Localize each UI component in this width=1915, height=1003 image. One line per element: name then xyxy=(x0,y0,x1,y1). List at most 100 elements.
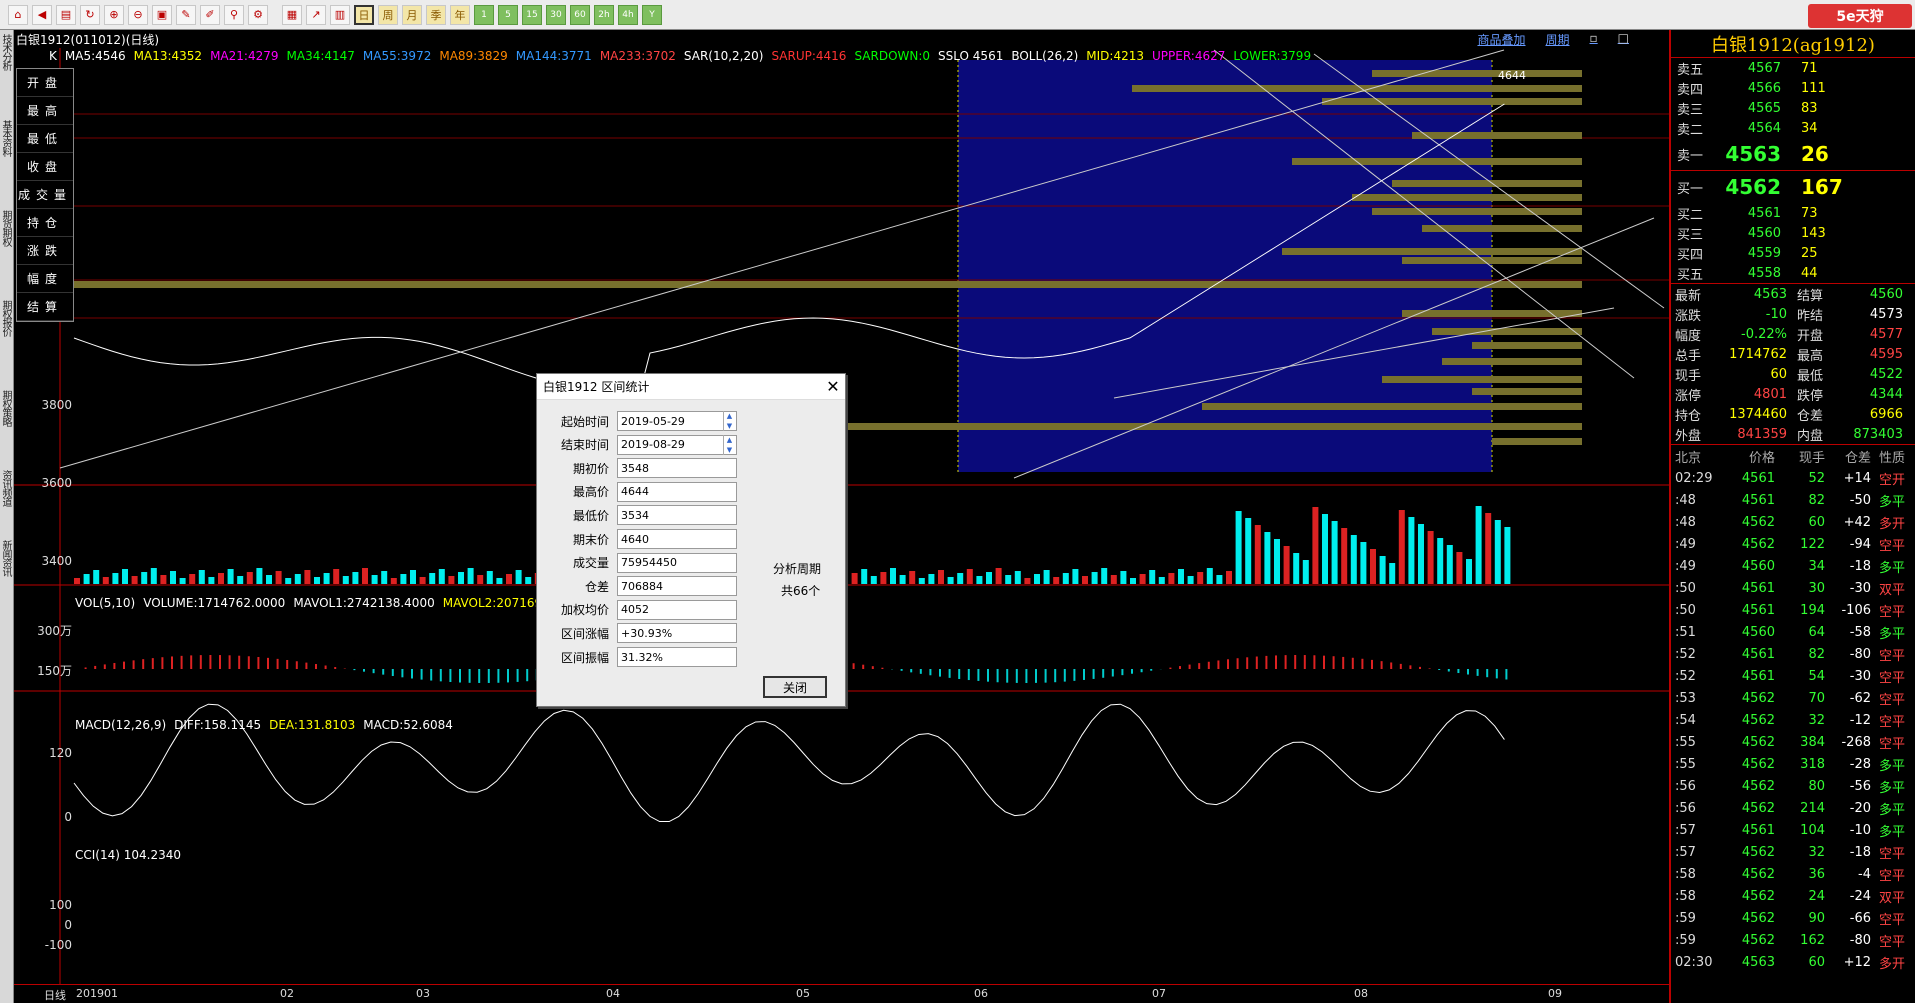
tick-tm: :50 xyxy=(1675,602,1696,618)
ohlc-label-3: 收盘 xyxy=(17,153,73,181)
volume-bar xyxy=(995,568,1002,584)
volume-bar xyxy=(1427,531,1434,584)
grid-icon[interactable]: ▦ xyxy=(282,4,302,25)
left-tab-tech[interactable]: 技术分析 xyxy=(0,34,13,70)
left-tab-option-strategy[interactable]: 期权策略 xyxy=(0,390,13,426)
trend-icon[interactable]: ↗ xyxy=(306,4,326,25)
period-60min-button[interactable]: 60 xyxy=(570,4,590,25)
volume-bar xyxy=(928,574,935,584)
volume-bar xyxy=(256,568,263,584)
dialog-row: 最低价 3534 xyxy=(537,504,847,526)
asks-row[interactable]: 卖二 4564 34 xyxy=(1671,118,1915,138)
ma-indicator-14: UPPER:4627 xyxy=(1151,49,1226,63)
volume-bar xyxy=(1398,510,1405,584)
period-30min-button[interactable]: 30 xyxy=(546,4,566,25)
stat-row: 最新 4563 结算 4560 xyxy=(1671,284,1915,304)
ma-indicator-13: MID:4213 xyxy=(1086,49,1144,63)
left-tab-news[interactable]: 新闻资讯 xyxy=(0,540,13,576)
dialog-row: 区间振幅 31.32% xyxy=(537,646,847,668)
period-month-button[interactable]: 月 xyxy=(402,4,422,25)
indicator-icon[interactable]: ⚲ xyxy=(224,4,244,25)
x-label-05: 05 xyxy=(796,987,810,1000)
tick-header-type: 性质 xyxy=(1879,450,1906,466)
dialog-row-value[interactable]: 2019-08-29 xyxy=(617,434,737,455)
volume-bar xyxy=(285,578,292,584)
chart-book-icon[interactable]: ▤ xyxy=(56,4,76,25)
ohlc-label-6: 涨跌 xyxy=(17,237,73,265)
bids-row[interactable]: 买四 4559 25 xyxy=(1671,243,1915,263)
period-custom-button[interactable]: Y xyxy=(642,4,662,25)
overlay-commodity-link[interactable]: 商品叠加 xyxy=(1477,31,1525,48)
volume-bar xyxy=(323,573,330,584)
left-tab-futures[interactable]: 期货期权 xyxy=(0,210,13,246)
tick-df: -62 xyxy=(1849,690,1871,706)
period-week-button[interactable]: 周 xyxy=(378,4,398,25)
left-tab-news-channel[interactable]: 资讯频道 xyxy=(0,470,13,506)
draw-icon[interactable]: ✎ xyxy=(176,4,196,25)
level-volume: 143 xyxy=(1801,225,1826,241)
left-tab-basic[interactable]: 基本资料 xyxy=(0,120,13,156)
ma-indicator-9: SARUP:4416 xyxy=(771,49,847,63)
dialog-close-icon[interactable]: ✕ xyxy=(821,377,845,396)
period-year-button[interactable]: 年 xyxy=(450,4,470,25)
period-quarter-button[interactable]: 季 xyxy=(426,4,446,25)
volume-bar xyxy=(986,572,992,584)
volume-bar xyxy=(333,569,340,584)
period-5min-button[interactable]: 5 xyxy=(498,4,518,25)
home-icon[interactable]: ⌂ xyxy=(8,4,28,25)
tick-df: -66 xyxy=(1849,910,1871,926)
tick-list[interactable]: 02:29 4561 52 +14 空开:48 4561 82 -50 多平:48 4562 60 +… xyxy=(1671,467,1915,973)
volume-bar xyxy=(448,576,455,584)
tick-vl: 214 xyxy=(1800,800,1825,816)
bids-row[interactable]: 买五 4558 44 xyxy=(1671,263,1915,283)
date-spinner-icon[interactable]: ▲ ▼ xyxy=(723,434,735,455)
period-day-button[interactable]: 日 xyxy=(354,4,374,25)
dialog-close-button[interactable]: 关闭 xyxy=(763,676,827,698)
volume-bar xyxy=(122,569,128,584)
candle-icon[interactable]: ▥ xyxy=(330,4,350,25)
x-label-09: 09 xyxy=(1548,987,1562,1000)
dialog-titlebar[interactable]: 白银1912 区间统计 ✕ xyxy=(537,374,845,400)
asks-row[interactable]: 卖一 4563 26 xyxy=(1671,138,1915,170)
ma-indicator-2: MA21:4279 xyxy=(210,49,279,63)
dialog-row-value[interactable]: 2019-05-29 xyxy=(617,411,737,431)
zoom-in-icon[interactable]: ⊕ xyxy=(104,4,124,25)
ohlc-label-7: 幅度 xyxy=(17,265,73,293)
tick-tm: :53 xyxy=(1675,690,1696,706)
date-spinner-icon[interactable]: ▲ ▼ xyxy=(723,411,735,431)
tick-tm: :52 xyxy=(1675,668,1696,684)
level-name: 买三 xyxy=(1677,227,1704,243)
asks-row[interactable]: 卖三 4565 83 xyxy=(1671,98,1915,118)
left-tab-option-quote[interactable]: 期权报价 xyxy=(0,300,13,336)
volume-profile-bar xyxy=(1202,403,1582,410)
asks-row[interactable]: 卖四 4566 111 xyxy=(1671,78,1915,98)
volume-bar xyxy=(400,574,407,584)
tick-tm: :57 xyxy=(1675,844,1696,860)
bids-row[interactable]: 买二 4561 73 xyxy=(1671,203,1915,223)
pencil-icon[interactable]: ✐ xyxy=(200,4,220,25)
period-2h-button[interactable]: 2h xyxy=(594,4,614,25)
volume-bar xyxy=(947,577,954,584)
zoom-out-icon[interactable]: ⊖ xyxy=(128,4,148,25)
window-max-icon[interactable]: □ xyxy=(1618,31,1629,48)
bids-row[interactable]: 买三 4560 143 xyxy=(1671,223,1915,243)
window-icon[interactable]: ▣ xyxy=(152,4,172,25)
tick-tm: :59 xyxy=(1675,910,1696,926)
period-4h-button[interactable]: 4h xyxy=(618,4,638,25)
asks-row[interactable]: 卖五 4567 71 xyxy=(1671,58,1915,78)
refresh-icon[interactable]: ↻ xyxy=(80,4,100,25)
broker-logo: 5e天狩 xyxy=(1808,4,1912,28)
bids-row[interactable]: 买一 4562 167 xyxy=(1671,171,1915,203)
range-stats-dialog: 白银1912 区间统计 ✕ 起始时间 2019-05-29 ▲ ▼ 结束时间 2019-0… xyxy=(536,373,846,707)
settings-icon[interactable]: ⚙ xyxy=(248,4,268,25)
volume-profile-bar xyxy=(1372,70,1582,77)
tick-row: :59 4562 90 -66 空平 xyxy=(1671,907,1915,929)
tick-pr: 4562 xyxy=(1741,910,1775,926)
period-link[interactable]: 周期 xyxy=(1546,31,1570,48)
stat-key: 结算 xyxy=(1797,288,1824,304)
period-1min-button[interactable]: 1 xyxy=(474,4,494,25)
back-icon[interactable]: ◀ xyxy=(32,4,52,25)
window-min-icon[interactable]: ▫ xyxy=(1590,31,1598,48)
period-15min-button[interactable]: 15 xyxy=(522,4,542,25)
stat-row: 外盘 841359 内盘 873403 xyxy=(1671,424,1915,444)
